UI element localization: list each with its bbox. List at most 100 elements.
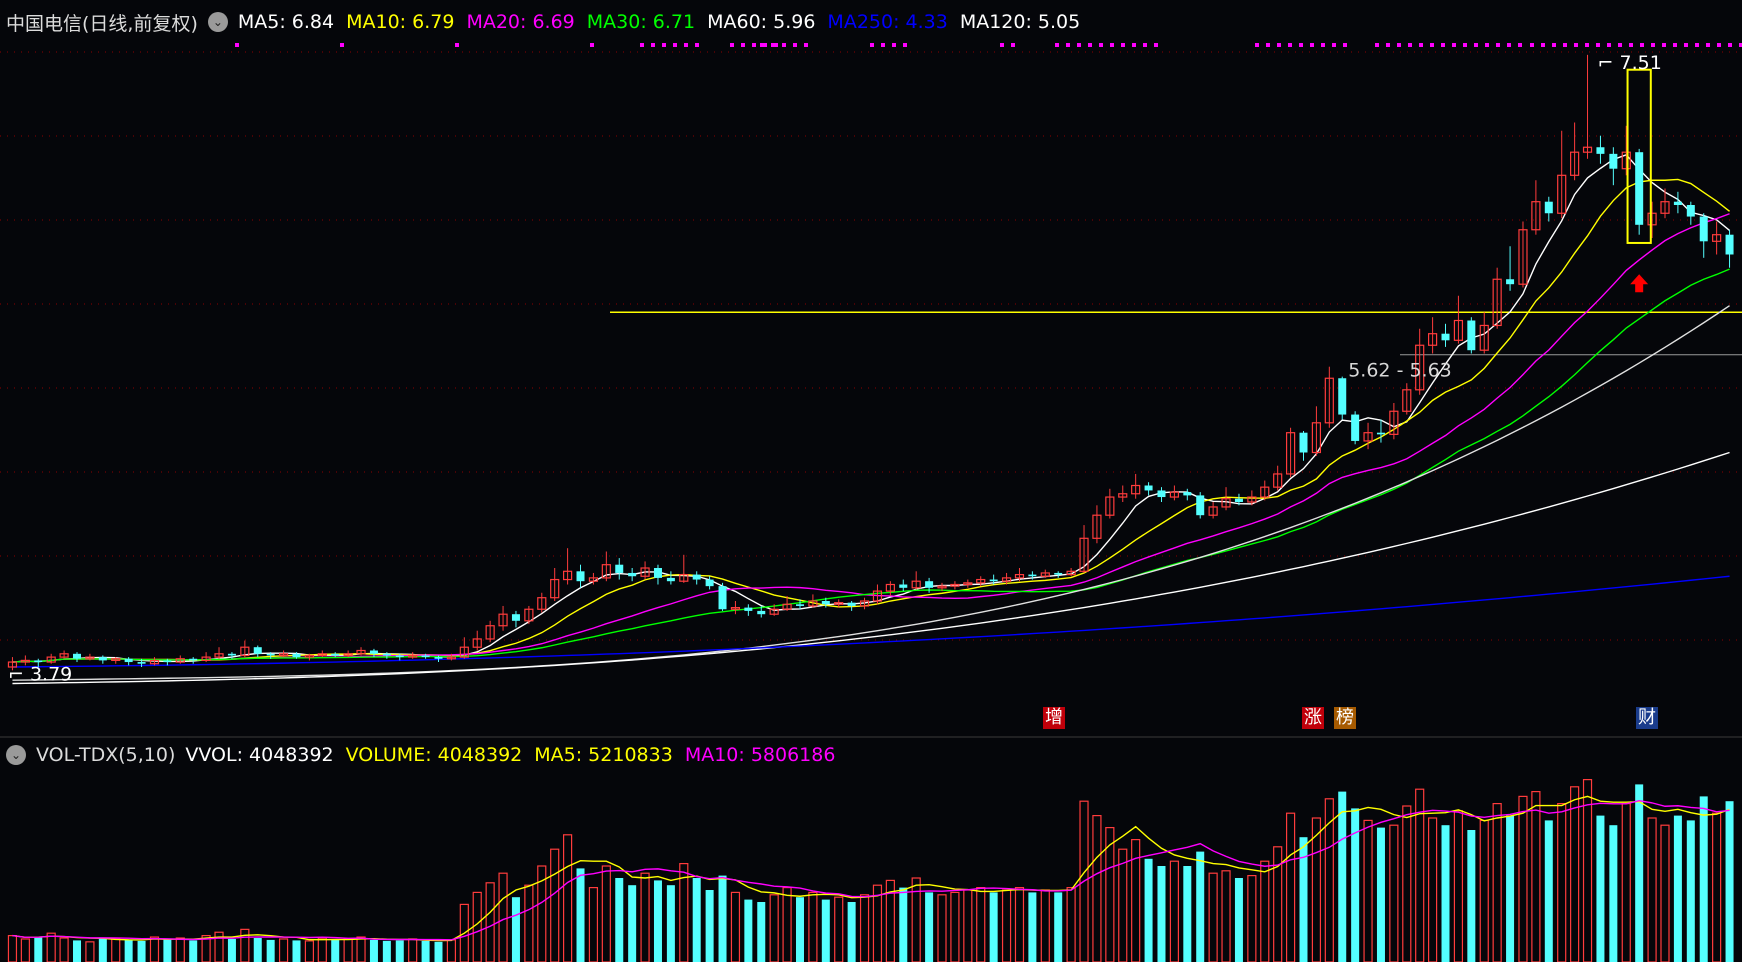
top-dot-marker bbox=[1485, 43, 1489, 47]
candle-body bbox=[163, 660, 172, 663]
candle-body bbox=[1441, 333, 1450, 341]
top-dot-marker bbox=[1673, 43, 1677, 47]
top-dot-marker bbox=[1099, 43, 1103, 47]
candle-body bbox=[1054, 572, 1063, 575]
volume-bar bbox=[278, 938, 289, 962]
top-dot-marker bbox=[1541, 43, 1545, 47]
volume-bar bbox=[692, 878, 701, 962]
top-dot-marker bbox=[1088, 43, 1092, 47]
volume-bar bbox=[175, 937, 185, 962]
top-dot-marker bbox=[1585, 43, 1589, 47]
volume-bar bbox=[331, 939, 340, 962]
volume-bar bbox=[757, 902, 766, 962]
volume-bar bbox=[498, 872, 508, 962]
top-dot-marker bbox=[455, 43, 459, 47]
top-dot-marker bbox=[1574, 43, 1578, 47]
candle-body bbox=[266, 653, 275, 656]
candle-body bbox=[1635, 152, 1644, 225]
volume-bar bbox=[1376, 827, 1385, 962]
candle-body bbox=[34, 660, 43, 663]
top-dot-marker bbox=[730, 43, 734, 47]
volume-bar bbox=[1028, 892, 1037, 962]
top-dot-marker bbox=[684, 43, 688, 47]
candle-body bbox=[1376, 432, 1385, 435]
volume-bar bbox=[911, 877, 921, 962]
volume-bar bbox=[124, 939, 133, 962]
volume-bar bbox=[266, 939, 275, 962]
top-dot-marker bbox=[1277, 43, 1281, 47]
candle-body bbox=[369, 650, 378, 654]
candle-body bbox=[253, 647, 262, 654]
volume-bar bbox=[899, 887, 908, 962]
candle-body bbox=[821, 601, 830, 605]
volume-bar bbox=[550, 848, 560, 962]
volume-bar bbox=[705, 890, 714, 962]
candle-body bbox=[98, 657, 107, 661]
candle-body bbox=[576, 571, 585, 582]
volume-bar bbox=[382, 940, 391, 962]
stock-chart-canvas[interactable]: ⌐ 7.51 ⌐ 3.79 5.62 - 5.63 bbox=[0, 0, 1742, 962]
candle-body bbox=[511, 614, 520, 621]
top-dot-marker bbox=[651, 43, 655, 47]
candle-body bbox=[1157, 490, 1166, 498]
ma60-line bbox=[12, 305, 1730, 681]
event-tag-bang[interactable]: 榜 bbox=[1334, 707, 1356, 729]
top-dot-marker bbox=[1507, 43, 1511, 47]
candle-body bbox=[1338, 378, 1347, 415]
top-dot-marker bbox=[903, 43, 907, 47]
chevron-down-icon[interactable]: ⌄ bbox=[6, 745, 26, 765]
volume-legend-item-2: MA5: 5210833 bbox=[534, 744, 673, 766]
top-dot-marker bbox=[892, 43, 896, 47]
volume-bar bbox=[666, 885, 675, 962]
volume-bar bbox=[730, 891, 741, 962]
volume-bar bbox=[356, 936, 366, 962]
low-price-label: ⌐ 3.79 bbox=[8, 664, 72, 686]
volume-bar bbox=[1467, 830, 1476, 962]
volume-bar bbox=[615, 878, 624, 962]
volume-bar bbox=[434, 941, 443, 962]
ma-legend-item-1: MA10: 6.79 bbox=[346, 11, 455, 33]
candle-body bbox=[1686, 205, 1695, 217]
top-dot-marker bbox=[1629, 43, 1633, 47]
candle-body bbox=[795, 604, 804, 606]
candle-body bbox=[227, 653, 236, 656]
top-dot-marker bbox=[1332, 43, 1336, 47]
top-dot-marker bbox=[695, 43, 699, 47]
volume-bar bbox=[472, 891, 482, 962]
top-dot-marker bbox=[1310, 43, 1314, 47]
volume-bar bbox=[1338, 791, 1347, 962]
top-dot-marker bbox=[1552, 43, 1556, 47]
volume-bar bbox=[395, 940, 404, 962]
event-tag-zhang[interactable]: 涨 bbox=[1302, 707, 1324, 729]
top-dot-marker bbox=[1717, 43, 1721, 47]
top-dot-marker bbox=[1299, 43, 1303, 47]
top-dot-marker bbox=[235, 43, 239, 47]
candle-body bbox=[705, 579, 714, 587]
candle-body bbox=[1196, 495, 1205, 516]
volume-bar bbox=[317, 937, 327, 962]
candle-body bbox=[1609, 153, 1618, 169]
event-tag-cai[interactable]: 财 bbox=[1636, 707, 1658, 729]
volume-bar bbox=[821, 899, 830, 962]
volume-bar bbox=[7, 934, 18, 962]
volume-bar bbox=[137, 940, 146, 962]
top-dot-marker bbox=[1474, 43, 1478, 47]
top-dot-marker bbox=[804, 43, 808, 47]
volume-bar bbox=[1157, 866, 1166, 962]
ma-legend-item-4: MA60: 5.96 bbox=[707, 11, 816, 33]
volume-bar bbox=[1144, 858, 1153, 962]
volume-bar bbox=[1118, 848, 1128, 962]
candle-body bbox=[1467, 320, 1476, 351]
high-price-label: ⌐ 7.51 bbox=[1598, 52, 1662, 74]
volume-bar bbox=[1479, 819, 1489, 962]
chevron-down-icon[interactable]: ⌄ bbox=[207, 12, 228, 32]
volume-bar bbox=[421, 940, 430, 962]
volume-bar bbox=[1582, 778, 1593, 962]
volume-bar bbox=[304, 940, 314, 962]
event-tag-zeng[interactable]: 增 bbox=[1043, 707, 1065, 729]
candle-body bbox=[925, 581, 934, 588]
candle-body bbox=[989, 579, 998, 582]
volume-bar bbox=[937, 894, 947, 962]
top-dot-marker bbox=[1695, 43, 1699, 47]
ma20-line bbox=[12, 213, 1730, 663]
